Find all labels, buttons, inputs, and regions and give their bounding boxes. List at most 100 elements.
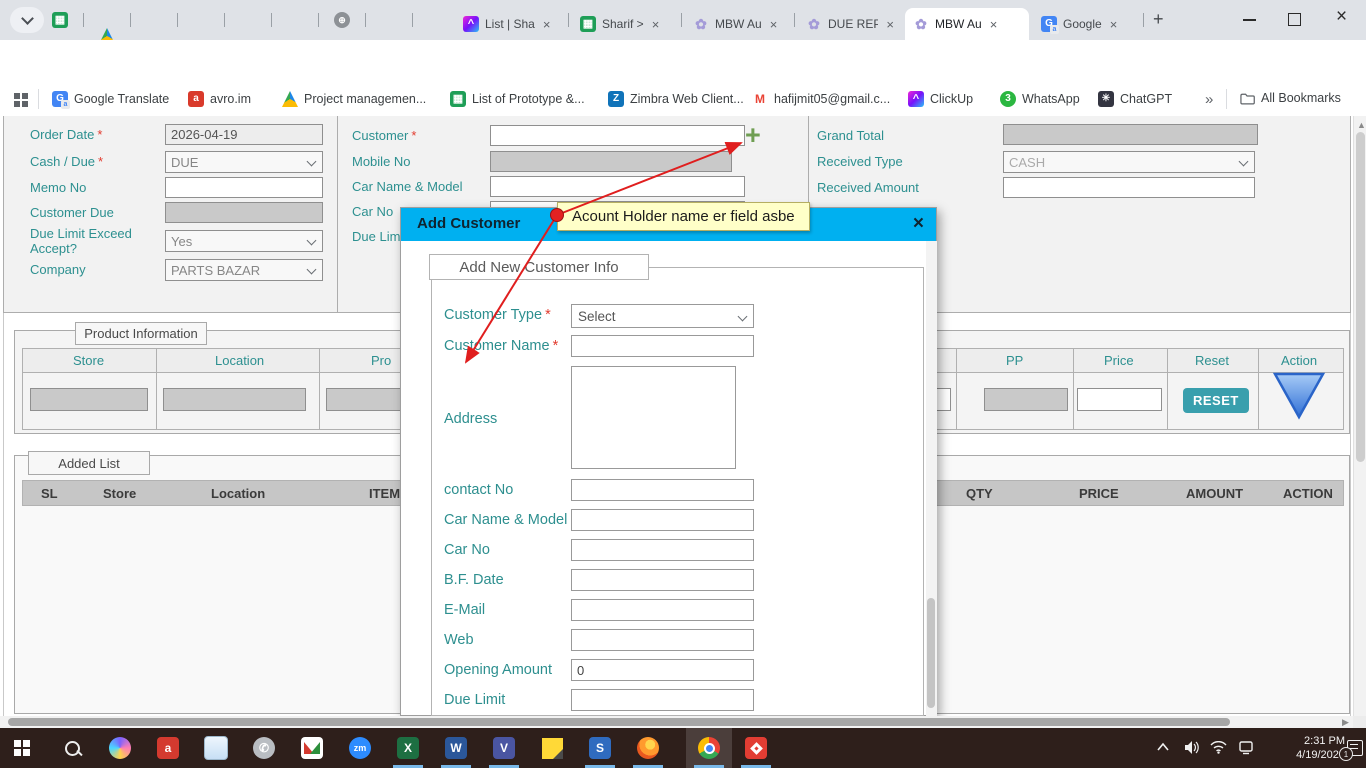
tab-close-icon[interactable]: × xyxy=(543,17,551,32)
google-translate-icon: Ga xyxy=(1041,16,1059,34)
address-textarea[interactable] xyxy=(571,366,736,469)
header-product: Pro xyxy=(371,353,392,368)
cash-due-select[interactable]: DUE xyxy=(165,151,323,173)
window-minimize-button[interactable] xyxy=(1243,19,1256,21)
wifi-icon[interactable] xyxy=(1210,741,1227,754)
tab-sharif[interactable]: ▦ Sharif > × xyxy=(572,8,678,40)
price-input[interactable] xyxy=(1077,388,1162,411)
taskbar-visio-button[interactable]: V xyxy=(492,736,516,760)
new-tab-button[interactable]: + xyxy=(1153,9,1164,30)
received-amount-input[interactable] xyxy=(1003,177,1255,198)
tab-close-icon[interactable]: × xyxy=(1110,17,1118,32)
notification-badge: 1 xyxy=(1339,747,1353,761)
customer-type-select[interactable]: Select xyxy=(571,304,754,328)
web-input[interactable] xyxy=(571,629,754,651)
action-triangle-icon[interactable] xyxy=(1272,371,1326,421)
notification-center-icon[interactable]: 1 xyxy=(1339,740,1363,761)
taskbar-search-button[interactable] xyxy=(60,736,84,760)
modal-scroll-thumb[interactable] xyxy=(927,598,935,708)
taskbar-zoom-button[interactable]: zm xyxy=(348,736,372,760)
bookmark-avro[interactable]: a avro.im xyxy=(188,91,251,107)
bookmark-gmail[interactable]: M hafijmit05@gmail.c... xyxy=(752,91,890,107)
browser-tab-strip: ▦ ✳ ^ 3 ▦ ⊕ ▦ ≡ ^ List | Sha × ▦ Sharif … xyxy=(0,0,1366,140)
tab-title: DUE REP xyxy=(828,17,879,31)
window-close-button[interactable]: × xyxy=(1336,7,1347,26)
tab-close-icon[interactable]: × xyxy=(990,17,998,32)
clickup-icon: ^ xyxy=(463,16,479,32)
taskbar-word-button[interactable]: W xyxy=(444,736,468,760)
car-name-model-input[interactable] xyxy=(490,176,745,197)
scroll-right-arrow[interactable]: ▶ xyxy=(1342,717,1349,728)
taskbar-keyboard-button[interactable] xyxy=(300,736,324,760)
bookmark-whatsapp[interactable]: 3 WhatsApp xyxy=(1000,91,1080,107)
pinned-tab-sheets-icon[interactable]: ▦ xyxy=(52,12,68,28)
taskbar-avro-button[interactable]: a xyxy=(156,736,180,760)
modal-close-icon[interactable]: × xyxy=(913,213,924,235)
tab-close-icon[interactable]: × xyxy=(886,17,894,32)
taskbar-copilot-button[interactable] xyxy=(108,736,132,760)
bookmark-label: hafijmit05@gmail.c... xyxy=(774,92,891,106)
tab-due-report[interactable]: ✿ DUE REP × xyxy=(798,8,902,40)
horizontal-scrollbar[interactable]: ▶ xyxy=(0,716,1353,728)
taskbar-red-app-button[interactable] xyxy=(744,736,768,760)
contact-no-input[interactable] xyxy=(571,479,754,501)
email-input[interactable] xyxy=(571,599,754,621)
bookmark-project-management[interactable]: Project managemen... xyxy=(282,91,426,107)
due-limit-exceed-select[interactable]: Yes xyxy=(165,230,323,252)
bookmarks-overflow-icon[interactable]: » xyxy=(1205,91,1213,108)
car-name-model-input[interactable] xyxy=(571,509,754,531)
bookmark-list-of-prototype[interactable]: ▦ List of Prototype &... xyxy=(450,91,585,107)
web-label: Web xyxy=(444,632,474,648)
opening-amount-input[interactable] xyxy=(571,659,754,681)
tab-mbw-active[interactable]: ✿ MBW Au × xyxy=(905,8,1029,40)
bookmark-label: Google Translate xyxy=(74,92,170,106)
taskbar-excel-button[interactable]: X xyxy=(396,736,420,760)
order-date-input[interactable] xyxy=(165,124,323,145)
taskbar-clock[interactable]: 2:31 PM 4/19/2026 xyxy=(1283,734,1345,762)
scroll-up-arrow[interactable]: ▲ xyxy=(1357,120,1366,130)
taskbar-notepad-button[interactable] xyxy=(204,736,228,760)
header-reset: Reset xyxy=(1195,353,1229,368)
taskbar-s-app-button[interactable]: S xyxy=(588,736,612,760)
tab-search-button[interactable] xyxy=(10,7,44,33)
bookmark-clickup[interactable]: ^ ClickUp xyxy=(908,91,973,107)
tab-close-icon[interactable]: × xyxy=(770,17,778,32)
customer-input[interactable] xyxy=(490,125,745,146)
vertical-scroll-thumb[interactable] xyxy=(1356,132,1365,462)
tray-chevron-up-icon[interactable] xyxy=(1156,742,1170,752)
bf-date-input[interactable] xyxy=(571,569,754,591)
tab-mbw-1[interactable]: ✿ MBW Au × xyxy=(685,8,791,40)
tab-close-icon[interactable]: × xyxy=(652,17,660,32)
vertical-scrollbar[interactable]: ▲ xyxy=(1353,116,1366,716)
tab-google-translate[interactable]: Ga Google × xyxy=(1033,8,1139,40)
taskbar-chrome-button[interactable] xyxy=(697,736,721,760)
bookmark-google-translate[interactable]: Ga Google Translate xyxy=(52,91,170,109)
volume-icon[interactable] xyxy=(1184,740,1200,755)
bookmark-chatgpt[interactable]: ✳ ChatGPT xyxy=(1098,91,1172,107)
taskbar-sticky-notes-button[interactable] xyxy=(540,736,564,760)
apps-grid-icon[interactable] xyxy=(14,93,28,107)
taskbar-whatsapp-button[interactable]: ✆ xyxy=(252,736,276,760)
add-customer-plus-icon[interactable]: + xyxy=(745,122,761,149)
tab-list-clickup[interactable]: ^ List | Sha × xyxy=(455,8,565,40)
due-limit-input[interactable] xyxy=(571,689,754,711)
horizontal-scroll-thumb[interactable] xyxy=(8,718,1230,726)
tray-device-icon[interactable] xyxy=(1238,740,1254,755)
tab-title: MBW Au xyxy=(935,17,982,31)
memo-no-input[interactable] xyxy=(165,177,323,198)
reset-button[interactable]: RESET xyxy=(1183,388,1249,413)
window-maximize-button[interactable] xyxy=(1288,13,1301,26)
header-location: Location xyxy=(215,353,265,368)
car-no-input[interactable] xyxy=(571,539,754,561)
customer-name-input[interactable] xyxy=(571,335,754,357)
start-button[interactable] xyxy=(10,736,34,760)
company-select[interactable]: PARTS BAZAR xyxy=(165,259,323,281)
pinned-tab-globe-icon[interactable]: ⊕ xyxy=(334,12,350,28)
all-bookmarks-button[interactable]: All Bookmarks xyxy=(1240,91,1341,105)
tab-separator xyxy=(271,13,272,27)
modal-scrollbar[interactable] xyxy=(926,241,937,716)
bookmark-zimbra[interactable]: Z Zimbra Web Client... xyxy=(608,91,744,107)
word-icon: W xyxy=(445,737,467,759)
taskbar-firefox-button[interactable] xyxy=(636,736,660,760)
annotation-text: Acount Holder name er field asbe xyxy=(572,208,795,225)
